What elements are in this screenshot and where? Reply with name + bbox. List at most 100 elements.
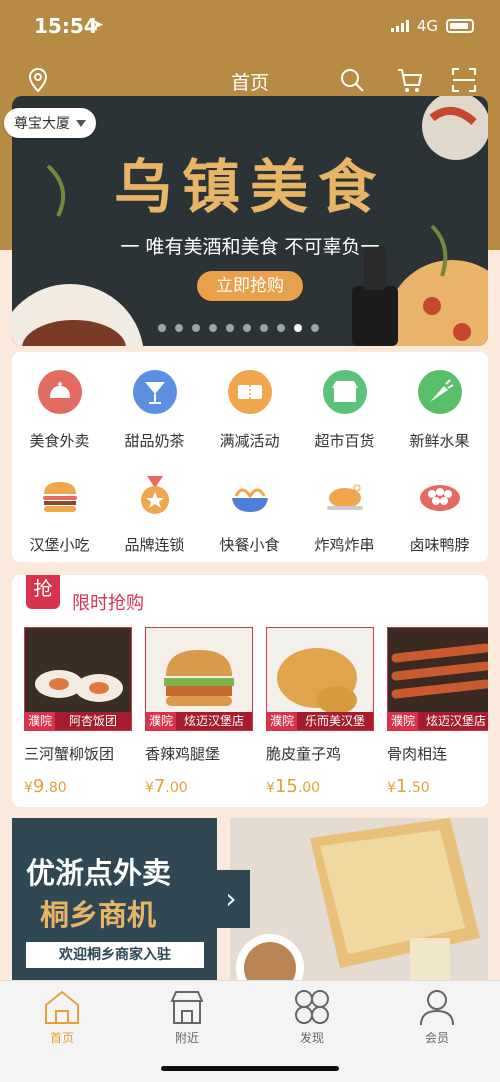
product-card[interactable]: 濮院 乐而美汉堡 脆皮童子鸡 ¥15.00 — [266, 627, 374, 797]
category-brand-chain[interactable]: 品牌连锁 — [107, 472, 202, 555]
product-location: 濮院 — [146, 712, 177, 730]
carousel-dot[interactable] — [311, 324, 319, 332]
search-icon[interactable] — [338, 66, 366, 94]
product-shop: 阿杏饭团 — [55, 712, 131, 730]
carousel-dot[interactable] — [260, 324, 268, 332]
product-price: ¥1.50 — [387, 776, 430, 797]
product-price: ¥9.80 — [24, 776, 67, 797]
merchant-promo-banner[interactable]: 优浙点外卖 桐乡商机 欢迎桐乡商家入驻 › — [12, 818, 488, 988]
category-grid: 美食外卖 甜品奶茶 满减活动 超市百货 新鲜水果 汉堡小吃 品牌连锁 快餐小食 … — [12, 352, 488, 562]
product-card[interactable]: 濮院 炫迈汉堡店 骨肉相连 ¥1.50 — [387, 627, 488, 797]
food-cover-icon — [37, 370, 82, 414]
tab-discover[interactable]: 发现 — [272, 987, 352, 1046]
tab-label: 首页 — [49, 1031, 74, 1045]
product-shop: 炫迈汉堡店 — [176, 712, 252, 730]
category-label: 美食外卖 — [29, 432, 90, 450]
product-name: 骨肉相连 — [387, 745, 448, 763]
carousel-dot[interactable] — [192, 324, 200, 332]
discover-icon — [295, 990, 329, 1024]
product-shop: 乐而美汉堡 — [297, 712, 373, 730]
carousel-dot[interactable] — [294, 324, 302, 332]
promo-subheadline: 桐乡商机 — [40, 898, 157, 932]
carousel-dot[interactable] — [209, 324, 217, 332]
promo-text-panel: 优浙点外卖 桐乡商机 欢迎桐乡商家入驻 — [12, 818, 217, 988]
carousel-dot[interactable] — [226, 324, 234, 332]
carousel-dot[interactable] — [175, 324, 183, 332]
product-image: 濮院 炫迈汉堡店 — [145, 627, 253, 731]
location-arrow-icon: ➤ — [92, 17, 104, 33]
product-price: ¥15.00 — [266, 776, 321, 797]
tab-member[interactable]: 会员 — [397, 987, 477, 1046]
roast-chicken-icon — [326, 484, 363, 510]
product-name: 香辣鸡腿堡 — [145, 745, 221, 763]
tab-home[interactable]: 首页 — [22, 987, 102, 1046]
category-label: 汉堡小吃 — [29, 536, 90, 554]
home-indicator — [161, 1066, 339, 1071]
banner-title: 乌镇美食 — [113, 153, 386, 221]
home-icon — [45, 990, 79, 1024]
product-card[interactable]: 濮院 阿杏饭团 三河蟹柳饭团 ¥9.80 — [24, 627, 132, 797]
cart-icon[interactable] — [396, 66, 424, 94]
category-label: 炸鸡炸串 — [314, 536, 375, 554]
network-label: 4G — [416, 17, 438, 35]
carrot-icon — [417, 370, 462, 414]
category-label: 新鲜水果 — [409, 432, 470, 450]
category-label: 品牌连锁 — [124, 536, 185, 554]
carousel-dots[interactable] — [158, 324, 319, 332]
category-dessert-tea[interactable]: 甜品奶茶 — [107, 368, 202, 451]
status-indicators: 4G — [390, 17, 474, 35]
status-bar: 15:54 ➤ 4G — [0, 0, 500, 52]
location-label: 尊宝大厦 — [14, 116, 70, 132]
category-braised-duck[interactable]: 卤味鸭脖 — [392, 472, 487, 555]
flash-sale-title: 限时抢购 — [72, 593, 144, 614]
flash-sale-badge: 抢 — [26, 575, 60, 609]
product-location: 濮院 — [267, 712, 298, 730]
category-fresh-fruit[interactable]: 新鲜水果 — [392, 368, 487, 451]
category-fried-chicken[interactable]: 炸鸡炸串 — [297, 472, 392, 555]
tab-label: 会员 — [424, 1031, 449, 1045]
noodle-bowl-icon — [231, 488, 268, 512]
product-name: 脆皮童子鸡 — [266, 745, 342, 763]
product-image: 濮院 炫迈汉堡店 — [387, 627, 488, 731]
tab-label: 发现 — [299, 1031, 324, 1045]
category-label: 满减活动 — [219, 432, 280, 450]
store-icon — [322, 370, 367, 414]
product-price: ¥7.00 — [145, 776, 188, 797]
carousel-dot[interactable] — [158, 324, 166, 332]
product-location: 濮院 — [388, 712, 419, 730]
product-shop: 炫迈汉堡店 — [418, 712, 488, 730]
product-image: 濮院 乐而美汉堡 — [266, 627, 374, 731]
cocktail-icon — [132, 370, 177, 414]
promo-food-photo — [230, 818, 488, 988]
product-image: 濮院 阿杏饭团 — [24, 627, 132, 731]
location-selector[interactable]: 尊宝大厦 — [4, 108, 96, 138]
tab-nearby[interactable]: 附近 — [147, 987, 227, 1046]
category-fast-food[interactable]: 快餐小食 — [202, 472, 297, 555]
burger-icon — [42, 482, 77, 512]
promo-tagline: 欢迎桐乡商家入驻 — [26, 942, 204, 968]
category-label: 甜品奶茶 — [124, 432, 185, 450]
ticket-icon — [227, 370, 272, 414]
category-label: 超市百货 — [314, 432, 375, 450]
scan-icon[interactable] — [450, 66, 478, 94]
page-title: 首页 — [230, 72, 269, 94]
carousel-dot[interactable] — [243, 324, 251, 332]
status-time: 15:54 — [34, 14, 98, 38]
category-discount-activity[interactable]: 满减活动 — [202, 368, 297, 451]
category-burger-snack[interactable]: 汉堡小吃 — [12, 472, 107, 555]
category-supermarket[interactable]: 超市百货 — [297, 368, 392, 451]
product-location: 濮院 — [25, 712, 56, 730]
tab-label: 附近 — [174, 1031, 199, 1045]
dropdown-triangle-icon — [76, 119, 86, 127]
member-icon — [420, 990, 454, 1026]
product-card[interactable]: 濮院 炫迈汉堡店 香辣鸡腿堡 ¥7.00 — [145, 627, 253, 797]
promo-headline: 优浙点外卖 — [26, 856, 172, 890]
carousel-dot[interactable] — [277, 324, 285, 332]
braised-bowl-icon — [419, 485, 460, 511]
product-name: 三河蟹柳饭团 — [24, 745, 115, 763]
buy-now-button[interactable]: 立即抢购 — [197, 271, 303, 301]
medal-icon — [140, 476, 169, 514]
flash-sale-section: 抢 限时抢购 濮院 阿杏饭团 三河蟹柳饭团 ¥9.80 濮院 炫迈汉堡店 香辣鸡腿堡… — [12, 575, 488, 807]
signal-icon — [390, 20, 409, 32]
category-food-delivery[interactable]: 美食外卖 — [12, 368, 107, 451]
